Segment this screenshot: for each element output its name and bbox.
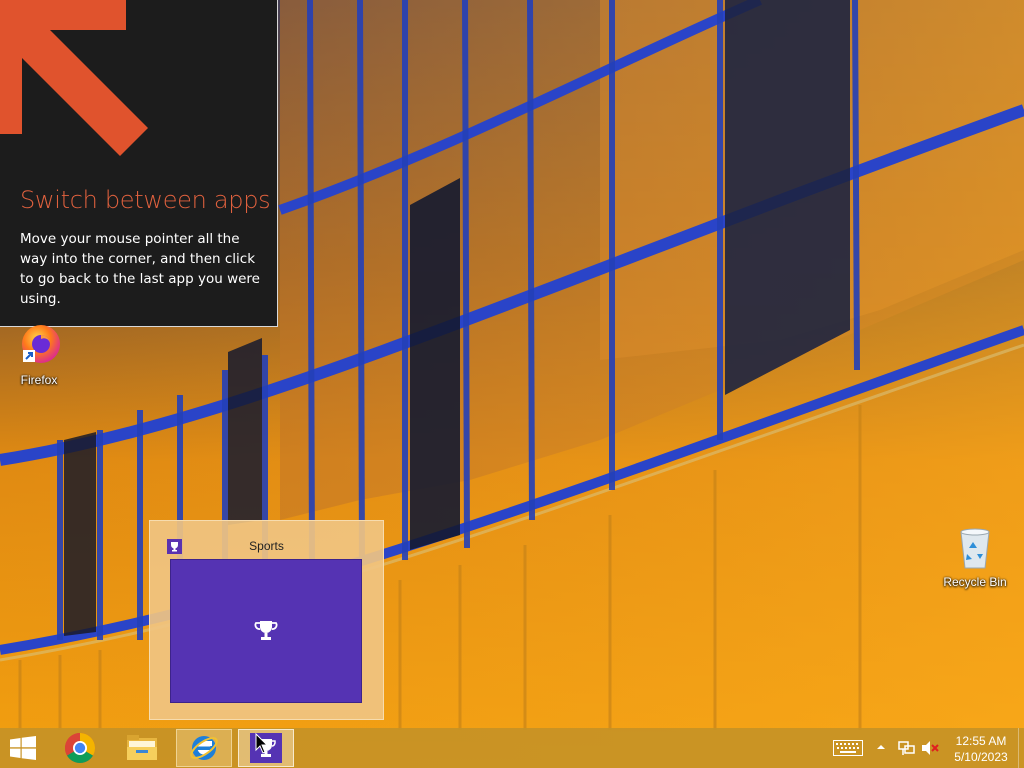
clock-date: 5/10/2023 bbox=[954, 750, 1008, 764]
system-clock[interactable]: 12:55 AM 5/10/2023 bbox=[946, 733, 1016, 765]
mouse-cursor-icon bbox=[255, 733, 269, 754]
volume-muted-icon[interactable] bbox=[921, 740, 939, 756]
touch-keyboard-icon[interactable] bbox=[833, 740, 863, 756]
show-hidden-icons-chevron-icon[interactable] bbox=[876, 741, 886, 753]
windows-logo-icon bbox=[10, 736, 36, 760]
recycle-bin-shortcut[interactable]: Recycle Bin bbox=[936, 526, 1014, 589]
ie-icon bbox=[190, 736, 218, 760]
firefox-label: Firefox bbox=[20, 373, 58, 387]
firefox-desktop-shortcut[interactable]: Firefox bbox=[4, 324, 74, 387]
recycle-bin-label: Recycle Bin bbox=[943, 575, 1007, 589]
trophy-icon bbox=[254, 621, 278, 640]
firefox-icon bbox=[22, 325, 60, 363]
tip-title: Switch between apps bbox=[20, 186, 271, 214]
folder-icon bbox=[127, 735, 157, 760]
sports-window-preview[interactable] bbox=[170, 559, 362, 703]
chrome-icon bbox=[64, 733, 96, 764]
network-icon[interactable] bbox=[898, 740, 916, 756]
thumbnail-title: Sports bbox=[249, 539, 284, 553]
recycle-bin-icon bbox=[960, 528, 990, 569]
chrome-taskbar-button[interactable] bbox=[52, 729, 108, 767]
taskbar: 12:55 AM 5/10/2023 bbox=[0, 728, 1024, 768]
corner-arrow-icon bbox=[0, 0, 148, 156]
sports-thumbnail-popup[interactable]: Sports bbox=[149, 520, 384, 720]
show-desktop-button[interactable] bbox=[1018, 728, 1024, 768]
clock-time: 12:55 AM bbox=[955, 734, 1007, 748]
internet-explorer-taskbar-button[interactable] bbox=[176, 729, 232, 767]
file-explorer-taskbar-button[interactable] bbox=[114, 729, 170, 767]
tip-body: Move your mouse pointer all the way into… bbox=[20, 231, 260, 307]
switch-apps-tip: Switch between apps Move your mouse poin… bbox=[0, 0, 278, 327]
start-button[interactable] bbox=[0, 729, 46, 767]
